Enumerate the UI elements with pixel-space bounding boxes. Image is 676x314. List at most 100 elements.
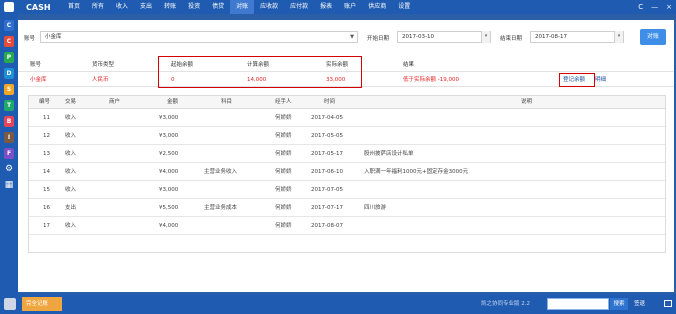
end-date-value: 2017-08-17 xyxy=(535,34,567,40)
cell-handler: 何娇娇 xyxy=(275,151,292,157)
cell-date: 2017-05-17 xyxy=(311,151,343,157)
cell-amount: ¥3,000 xyxy=(159,133,179,139)
col-account: 账号 xyxy=(30,62,42,68)
cell-id: 15 xyxy=(43,187,50,193)
table-row[interactable]: 14 收入 ¥4,000 主营业务收入 何娇娇 2017-06-10 入职满一年福利1000… xyxy=(29,163,665,181)
menu-item-4[interactable]: 转账 xyxy=(158,0,182,14)
menu-item-13[interactable]: 设置 xyxy=(392,0,416,14)
summary-currency: 人民币 xyxy=(92,77,109,83)
detail-link[interactable]: 明细 xyxy=(595,73,606,87)
start-date-dropdown-icon[interactable]: ▾ xyxy=(481,31,490,43)
end-date-label: 结束日期 xyxy=(500,36,523,42)
cell-type: 收入 xyxy=(65,187,77,193)
account-select-value: 小金库 xyxy=(45,34,62,40)
cell-note: 股州披萨店设计私单 xyxy=(364,151,414,157)
sidebar-s-icon[interactable]: S xyxy=(4,84,14,95)
cell-handler: 何娇娇 xyxy=(275,133,292,139)
refresh-icon[interactable]: C xyxy=(638,3,643,11)
reconcile-panel: 账号 小金库 ▼ 开始日期 2017-03-10 ▾ 结束日期 2017-08-… xyxy=(18,20,674,292)
menu-item-2[interactable]: 收入 xyxy=(110,0,134,14)
account-select[interactable]: 小金库 ▼ xyxy=(40,31,358,43)
menu-item-8[interactable]: 应收款 xyxy=(254,0,284,14)
search-input[interactable] xyxy=(547,298,609,310)
cell-id: 12 xyxy=(43,133,50,139)
table-row[interactable]: 11 收入 ¥3,000 何娇娇 2017-04-05 xyxy=(29,109,665,127)
cell-amount: ¥3,000 xyxy=(159,187,179,193)
start-date-value: 2017-03-10 xyxy=(402,34,434,40)
cell-subject: 主营业务收入 xyxy=(204,169,238,175)
sidebar-b-icon[interactable]: B xyxy=(4,116,14,127)
sidebar-t-icon[interactable]: T xyxy=(4,100,14,111)
sidebar-d-icon[interactable]: D xyxy=(4,68,14,79)
sidebar-c-icon[interactable]: C xyxy=(4,20,14,31)
table-row[interactable]: 15 收入 ¥3,000 何娇娇 2017-07-05 xyxy=(29,181,665,199)
menu-item-5[interactable]: 投资 xyxy=(182,0,206,14)
window-controls: C — × xyxy=(638,0,672,14)
menu-item-3[interactable]: 支出 xyxy=(134,0,158,14)
grid-icon[interactable]: ▦ xyxy=(4,180,14,191)
close-icon[interactable]: × xyxy=(666,3,672,11)
cell-amount: ¥4,000 xyxy=(159,169,179,175)
cell-handler: 何娇娇 xyxy=(275,187,292,193)
sidebar-i-icon[interactable]: I xyxy=(4,132,14,143)
register-highlight-box xyxy=(559,73,595,87)
summary-account: 小金库 xyxy=(30,77,47,83)
main-menu: 首页 所有 收入 支出 转账 投资 债贷 对账 应收款 应付款 报表 账户 供应商 设置 xyxy=(62,0,416,14)
gear-icon[interactable]: ⚙ xyxy=(4,164,14,175)
filter-row: 账号 小金库 ▼ 开始日期 2017-03-10 ▾ 结束日期 2017-08-… xyxy=(18,29,674,50)
th-handler: 经手人 xyxy=(275,99,292,105)
sidebar-f-icon[interactable]: F xyxy=(4,148,14,159)
monitor-icon[interactable] xyxy=(664,300,672,307)
minimize-icon[interactable]: — xyxy=(651,3,658,11)
left-sidebar: C C P D S T B I F ⚙ ▦ xyxy=(0,14,18,294)
menu-item-10[interactable]: 报表 xyxy=(314,0,338,14)
version-text: 凯之协同专业版 2.2 xyxy=(481,301,530,307)
cell-handler: 何娇娇 xyxy=(275,205,292,211)
sidebar-c-icon[interactable]: C xyxy=(4,36,14,47)
menu-item-0[interactable]: 首页 xyxy=(62,0,86,14)
cell-amount: ¥5,500 xyxy=(159,205,179,211)
taskbar-item[interactable]: 完全记账 xyxy=(22,297,62,311)
cell-handler: 何娇娇 xyxy=(275,169,292,175)
th-merchant: 商户 xyxy=(109,99,121,105)
th-subject: 科目 xyxy=(221,99,233,105)
cell-type: 收入 xyxy=(65,133,77,139)
col-result: 结果 xyxy=(403,62,415,68)
cell-date: 2017-07-17 xyxy=(311,205,343,211)
cell-id: 13 xyxy=(43,151,50,157)
cell-handler: 何娇娇 xyxy=(275,223,292,229)
cell-type: 支出 xyxy=(65,205,77,211)
cell-id: 17 xyxy=(43,223,50,229)
search-button[interactable]: 搜索 xyxy=(610,298,628,310)
user-icon[interactable] xyxy=(4,298,16,310)
cell-date: 2017-06-10 xyxy=(311,169,343,175)
th-time: 时间 xyxy=(324,99,336,105)
cell-type: 收入 xyxy=(65,151,77,157)
menu-item-9[interactable]: 应付款 xyxy=(284,0,314,14)
th-type: 交易 xyxy=(65,99,77,105)
menu-item-11[interactable]: 账户 xyxy=(338,0,362,14)
menu-item-7[interactable]: 对账 xyxy=(230,0,255,14)
table-row[interactable]: 12 收入 ¥3,000 何娇娇 2017-05-05 xyxy=(29,127,665,145)
table-row[interactable]: 17 收入 ¥4,000 何娇娇 2017-08-07 xyxy=(29,217,665,235)
summary-result: 低于实际余额 -19,000 xyxy=(403,77,459,83)
cell-date: 2017-08-07 xyxy=(311,223,343,229)
end-date-input[interactable]: 2017-08-17 ▾ xyxy=(530,31,624,43)
table-row[interactable]: 16 支出 ¥5,500 主营业务成本 何娇娇 2017-07-17 四川旅游 xyxy=(29,199,665,217)
cell-handler: 何娇娇 xyxy=(275,115,292,121)
status-bar: 完全记账 凯之协同专业版 2.2 搜索 签退 xyxy=(0,294,676,314)
start-date-input[interactable]: 2017-03-10 ▾ xyxy=(397,31,491,43)
end-date-dropdown-icon[interactable]: ▾ xyxy=(614,31,623,43)
menu-item-6[interactable]: 债贷 xyxy=(206,0,230,14)
cell-subject: 主营业务成本 xyxy=(204,205,238,211)
signout-link[interactable]: 签退 xyxy=(634,294,645,314)
table-row[interactable]: 13 收入 ¥2,500 何娇娇 2017-05-17 股州披萨店设计私单 xyxy=(29,145,665,163)
menu-item-1[interactable]: 所有 xyxy=(86,0,110,14)
transaction-table-header: 编号 交易 商户 金额 科目 经手人 时间 说明 xyxy=(29,96,665,109)
account-label: 账号 xyxy=(24,36,36,42)
reconcile-button[interactable]: 对账 xyxy=(640,29,666,45)
menu-item-12[interactable]: 供应商 xyxy=(362,0,392,14)
cell-type: 收入 xyxy=(65,169,77,175)
cell-date: 2017-05-05 xyxy=(311,133,343,139)
sidebar-p-icon[interactable]: P xyxy=(4,52,14,63)
